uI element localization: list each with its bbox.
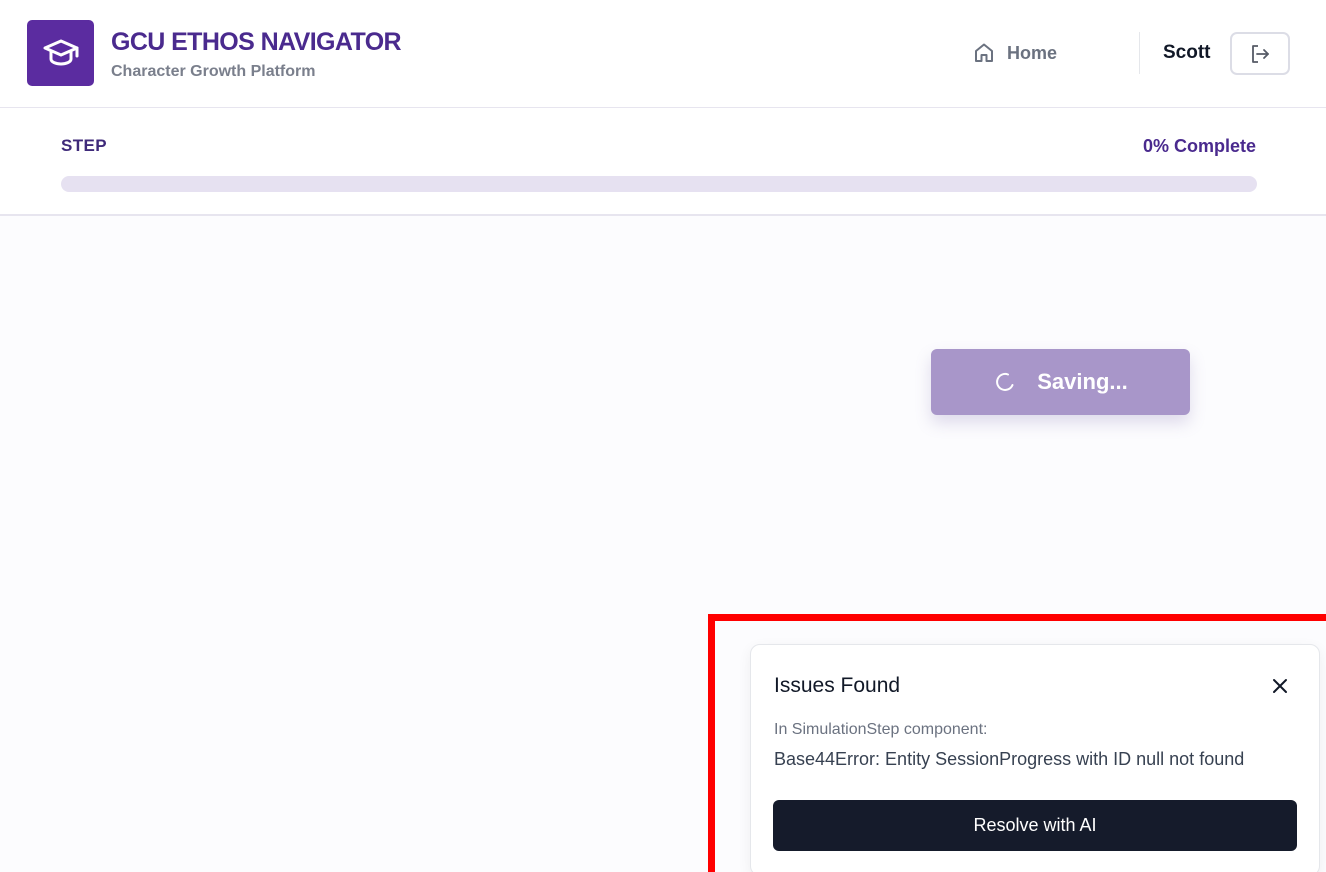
page: GCU ETHOS NAVIGATOR Character Growth Pla… xyxy=(0,0,1326,872)
home-label: Home xyxy=(1007,42,1058,63)
brand-title: GCU ETHOS NAVIGATOR xyxy=(111,28,402,56)
issues-error-message: Base44Error: Entity SessionProgress with… xyxy=(774,749,1245,769)
issues-title: Issues Found xyxy=(774,674,901,697)
graduation-cap-icon xyxy=(43,39,78,66)
app-header: GCU ETHOS NAVIGATOR Character Growth Pla… xyxy=(0,0,1326,108)
home-icon xyxy=(975,43,993,62)
close-icon xyxy=(1273,679,1287,693)
logout-icon xyxy=(1252,44,1269,63)
user-name: Scott xyxy=(1163,42,1211,63)
issues-panel: Issues Found In SimulationStep component… xyxy=(750,644,1320,872)
progress-completion-text: 0% Complete xyxy=(1142,136,1256,156)
progress-section: STEP 0% Complete xyxy=(0,108,1326,216)
issues-context: In SimulationStep component: xyxy=(774,721,988,738)
resolve-with-ai-button[interactable]: Resolve with AI xyxy=(773,800,1297,851)
spinner-icon xyxy=(996,372,1014,391)
brand-subtitle: Character Growth Platform xyxy=(111,63,316,80)
home-nav-link[interactable]: Home xyxy=(973,40,1057,66)
close-button[interactable] xyxy=(1267,673,1293,699)
progress-bar xyxy=(61,176,1257,192)
saving-label: Saving... xyxy=(1037,369,1128,394)
saving-button[interactable]: Saving... xyxy=(931,349,1190,415)
logo-tile[interactable] xyxy=(27,20,94,86)
header-divider xyxy=(1139,32,1140,74)
logout-button[interactable] xyxy=(1230,32,1290,75)
step-label: STEP xyxy=(61,136,108,155)
